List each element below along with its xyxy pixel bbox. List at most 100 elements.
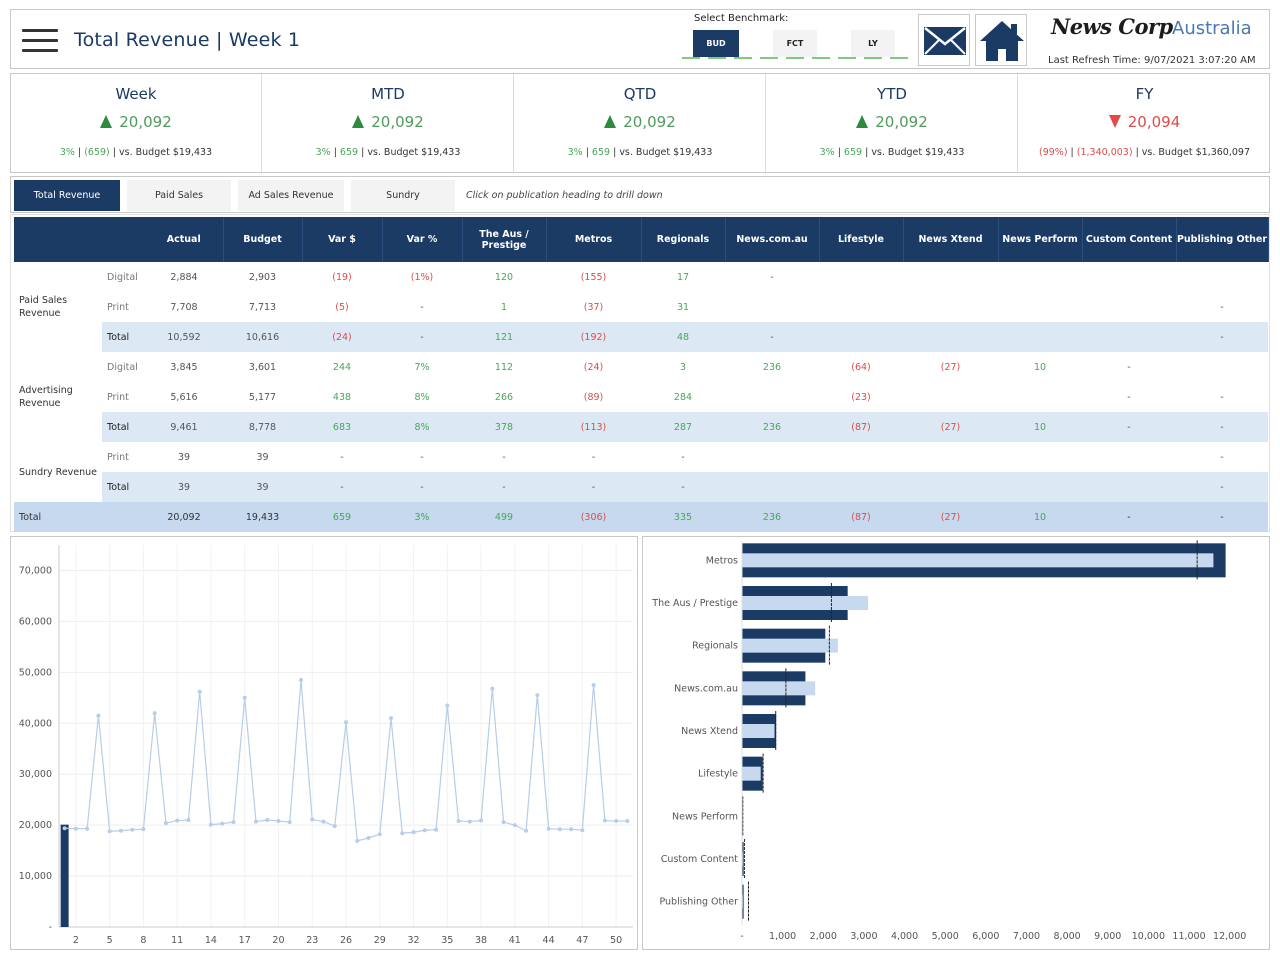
home-button[interactable] <box>975 14 1027 66</box>
category-label[interactable]: News.com.au <box>674 683 738 694</box>
data-point[interactable] <box>479 818 484 823</box>
benchmark-bar[interactable] <box>742 553 1214 568</box>
category-label[interactable]: Regionals <box>692 641 738 652</box>
column-header[interactable]: News Xtend <box>903 217 999 262</box>
data-point[interactable] <box>400 831 405 836</box>
data-point[interactable] <box>276 819 281 824</box>
weekly-trend-chart[interactable]: - 10,000 20,000 30,000 40,000 50,000 60,000 70,… <box>11 537 637 949</box>
data-point[interactable] <box>591 683 596 688</box>
x-tick-label: 38 <box>475 935 487 946</box>
data-point[interactable] <box>107 829 112 834</box>
category-label[interactable]: News Xtend <box>681 726 738 737</box>
data-point[interactable] <box>422 828 427 833</box>
category-label[interactable]: Lifestyle <box>698 769 738 780</box>
column-header[interactable]: Regionals <box>641 217 726 262</box>
data-point[interactable] <box>569 827 574 832</box>
data-point[interactable] <box>456 819 461 824</box>
data-point[interactable] <box>434 827 439 832</box>
data-point[interactable] <box>614 819 619 824</box>
table-cell <box>819 472 903 502</box>
column-header[interactable]: The Aus / Prestige <box>462 217 547 262</box>
kpi-card-week[interactable]: Week 20,092 3% | (659) | vs. Budget $19,43… <box>11 74 262 174</box>
category-label[interactable]: Metros <box>706 555 738 566</box>
data-point[interactable] <box>467 819 472 824</box>
data-point[interactable] <box>186 818 191 823</box>
data-point[interactable] <box>344 720 348 725</box>
data-point[interactable] <box>625 819 630 824</box>
data-point[interactable] <box>389 716 394 721</box>
tab-ad-sales-revenue[interactable]: Ad Sales Revenue <box>238 180 344 211</box>
email-button[interactable] <box>918 14 970 66</box>
benchmark-underline <box>682 57 916 59</box>
data-point[interactable] <box>580 828 585 833</box>
tab-paid-sales[interactable]: Paid Sales <box>127 180 231 211</box>
column-header[interactable]: Metros <box>546 217 642 262</box>
data-point[interactable] <box>62 826 67 831</box>
data-point[interactable] <box>73 826 78 831</box>
table-cell: 236 <box>725 502 819 532</box>
benchmark-bar[interactable] <box>742 638 838 653</box>
data-point[interactable] <box>355 838 360 843</box>
kpi-card-mtd[interactable]: MTD 20,092 3% | 659 | vs. Budget $19,433 <box>263 74 514 174</box>
data-point[interactable] <box>265 818 270 823</box>
benchmark-bar[interactable] <box>742 766 761 781</box>
data-point[interactable] <box>208 822 213 827</box>
tab-sundry[interactable]: Sundry <box>351 180 455 211</box>
data-point[interactable] <box>602 818 607 823</box>
data-point[interactable] <box>96 713 101 718</box>
current-week-bar[interactable] <box>60 824 69 927</box>
table-cell <box>903 382 998 412</box>
column-header[interactable]: Lifestyle <box>819 217 904 262</box>
weekly-trend-panel: - 10,000 20,000 30,000 40,000 50,000 60,000 70,… <box>10 536 638 950</box>
column-header[interactable]: Custom Content <box>1082 217 1177 262</box>
category-label[interactable]: Publishing Other <box>659 897 738 908</box>
data-point[interactable] <box>152 711 157 716</box>
benchmark-bar[interactable] <box>742 681 816 696</box>
data-point[interactable] <box>535 693 540 698</box>
category-label[interactable]: Custom Content <box>661 854 738 865</box>
data-point[interactable] <box>557 827 562 832</box>
data-point[interactable] <box>332 824 337 829</box>
data-point[interactable] <box>118 828 123 833</box>
data-point[interactable] <box>130 827 135 832</box>
kpi-card-ytd[interactable]: YTD 20,092 3% | 659 | vs. Budget $19,433 <box>767 74 1018 174</box>
data-point[interactable] <box>546 826 551 831</box>
data-point[interactable] <box>445 703 450 708</box>
column-header[interactable]: Publishing Other <box>1176 217 1269 262</box>
data-point[interactable] <box>253 819 258 824</box>
data-point[interactable] <box>197 689 202 694</box>
data-point[interactable] <box>298 677 303 682</box>
data-point[interactable] <box>85 826 90 831</box>
benchmark-bud-button[interactable]: BUD <box>693 30 739 57</box>
benchmark-bar[interactable] <box>742 724 775 738</box>
benchmark-ly-button[interactable]: LY <box>851 30 895 57</box>
tab-total-revenue[interactable]: Total Revenue <box>14 180 120 211</box>
table-cell <box>903 292 998 322</box>
data-point[interactable] <box>321 819 326 824</box>
data-point[interactable] <box>242 695 247 700</box>
kpi-card-qtd[interactable]: QTD 20,092 3% | 659 | vs. Budget $19,433 <box>515 74 766 174</box>
column-header[interactable]: News.com.au <box>725 217 820 262</box>
data-point[interactable] <box>310 817 315 822</box>
column-header[interactable]: News Perform <box>998 217 1083 262</box>
benchmark-bar[interactable] <box>742 596 868 610</box>
publication-bar-chart[interactable]: - 1,000 2,000 3,000 4,000 5,000 6,000 7,000 8,00… <box>643 537 1269 949</box>
benchmark-fct-button[interactable]: FCT <box>773 30 817 57</box>
data-point[interactable] <box>175 818 180 823</box>
data-point[interactable] <box>141 827 146 832</box>
category-label[interactable]: The Aus / Prestige <box>651 598 738 609</box>
data-point[interactable] <box>366 835 371 840</box>
menu-icon[interactable] <box>22 29 58 53</box>
data-point[interactable] <box>524 828 529 833</box>
data-point[interactable] <box>501 820 506 825</box>
kpi-card-fy[interactable]: FY 20,094 (99%) | (1,340,003) | vs. Budget… <box>1019 74 1270 174</box>
data-point[interactable] <box>287 820 292 825</box>
data-point[interactable] <box>163 821 168 826</box>
data-point[interactable] <box>490 686 495 691</box>
data-point[interactable] <box>411 830 416 835</box>
data-point[interactable] <box>512 823 517 828</box>
category-label[interactable]: News Perform <box>672 811 738 822</box>
data-point[interactable] <box>220 821 225 826</box>
data-point[interactable] <box>377 832 382 837</box>
data-point[interactable] <box>231 820 236 825</box>
